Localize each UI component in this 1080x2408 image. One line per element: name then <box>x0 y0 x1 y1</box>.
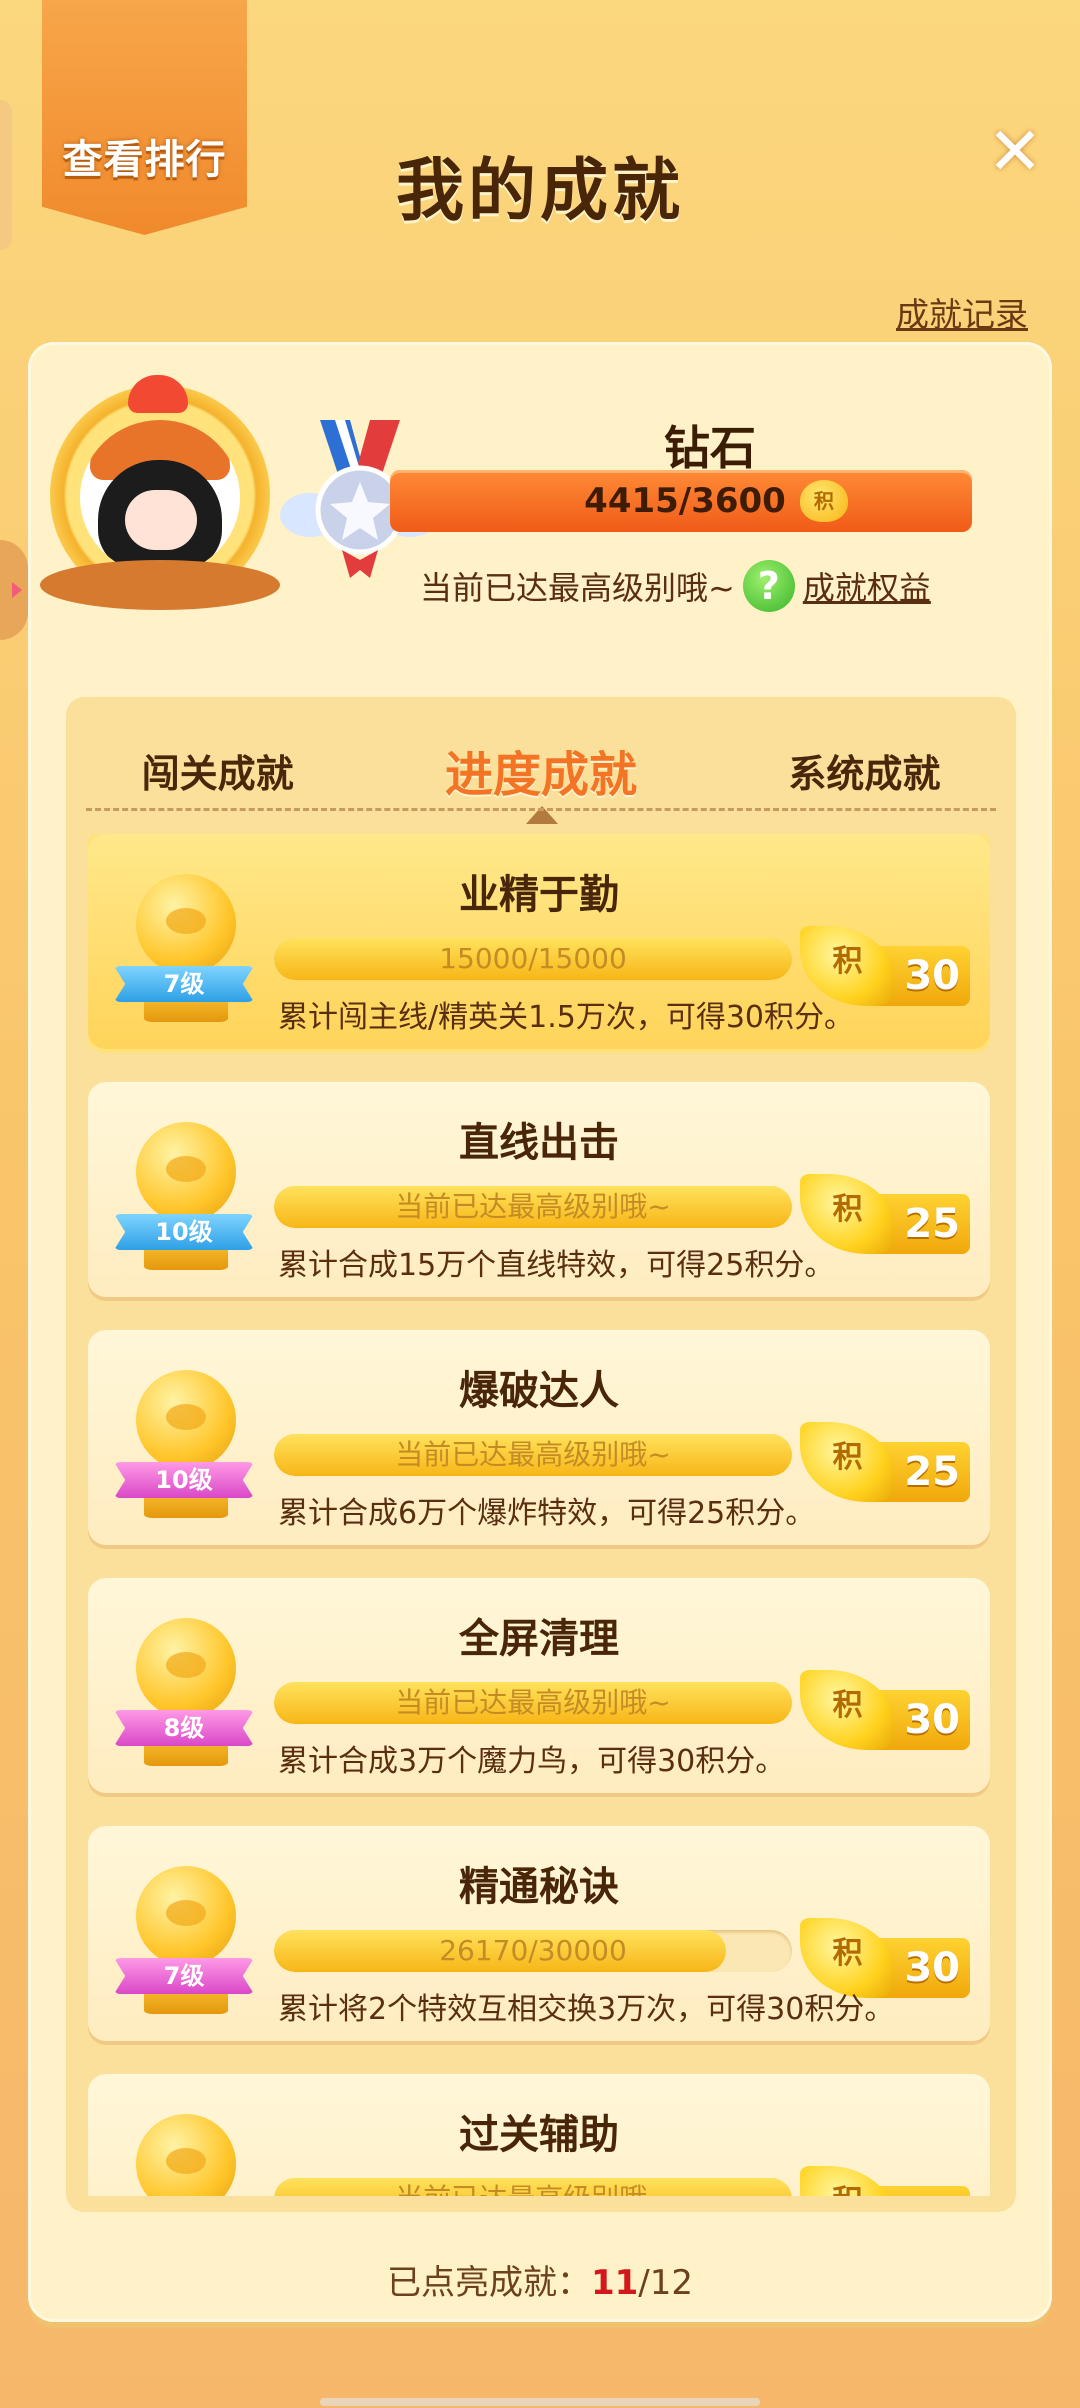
tab-system-achievements[interactable]: 系统成就 <box>788 743 940 798</box>
points-coin-icon: 积 <box>799 480 848 522</box>
achievement-name: 直线出击 <box>459 1120 619 1166</box>
achievement-card[interactable]: 10级 直线出击 当前已达最高级别哦~ 25 积累计合成15万个直线特效，可得25积分。 <box>88 1082 990 1297</box>
lit-total: /12 <box>638 2263 694 2303</box>
achievement-description: 累计合成6万个爆炸特效，可得25积分。 <box>278 1496 816 1531</box>
achievement-record-link[interactable]: 成就记录 <box>896 288 1028 336</box>
max-level-row: 当前已达最高级别哦~ ? 成就权益 <box>420 560 931 612</box>
achievement-description: 累计将2个特效互相交换3万次，可得30积分。 <box>278 1992 895 2027</box>
home-indicator[interactable] <box>320 2398 760 2406</box>
tab-divider <box>86 808 996 811</box>
achievement-progress-bar: 当前已达最高级别哦~ <box>274 2178 792 2196</box>
achievement-name: 业精于勤 <box>459 872 619 918</box>
close-icon[interactable]: ✕ <box>985 119 1045 185</box>
achievement-level-ribbon: 7级 <box>114 1958 254 1994</box>
achievement-list[interactable]: 7级 业精于勤 15000/15000 30 积 累计闯主线/精英关1.5万次，可得30积… <box>88 834 990 2196</box>
achievement-progress-text: 当前已达最高级别哦~ <box>395 1438 671 1471</box>
achievement-reward: 30积 <box>800 1670 980 1750</box>
achievement-card[interactable]: 10级 爆破达人当前已达最高级别哦~ 25 积累计合成6万个爆炸特效，可得25积分。 <box>88 1330 990 1545</box>
level-progress-bar: 4415/3600 积 <box>390 470 972 532</box>
lit-count: 11 <box>590 2263 639 2303</box>
achievement-card[interactable]: 7级 业精于勤 15000/15000 30 积累计闯主线/精英关1.5万次，可得30积… <box>88 834 990 1049</box>
achievement-reward: 25 积 <box>800 1422 980 1502</box>
lit-label: 已点亮成就： <box>386 2263 591 2303</box>
achievement-reward: 30积 <box>800 2166 980 2196</box>
achievement-level-ribbon: 10级 <box>114 1462 254 1498</box>
points-leaf-icon: 积 <box>800 2166 895 2196</box>
achievement-description: 累计合成15万个直线特效，可得25积分。 <box>278 1248 835 1283</box>
achievement-progress-text: 当前已达最高级别哦~ <box>274 2178 792 2196</box>
achievement-progress-bar: 当前已达最高级别哦~ <box>274 1186 792 1228</box>
achievement-name: 过关辅助 <box>459 2112 619 2158</box>
achievement-card[interactable]: 8级 全屏清理当前已达最高级别哦~ 30 积累计合成3万个魔力鸟，可得30积分。 <box>88 1578 990 1793</box>
lit-achievements-counter: 已点亮成就：11/12 <box>0 2255 1080 2304</box>
achievement-progress-bar: 15000/15000 <box>274 938 792 980</box>
achievement-name: 精通秘诀 <box>459 1864 619 1910</box>
active-tab-pointer-icon <box>526 790 558 824</box>
max-level-text: 当前已达最高级别哦~ <box>420 569 735 607</box>
level-name: 钻石 <box>664 421 756 475</box>
achievement-benefits-link[interactable]: 成就权益 <box>803 563 931 609</box>
achievement-progress-text: 26170/30000 <box>439 1934 627 1967</box>
page-title: 我的成就 <box>395 152 684 231</box>
achievement-card[interactable]: 7级 精通秘诀 26170/30000 30 积累计将2个特效互相交换3万次，可得30积… <box>88 1826 990 2041</box>
avatar[interactable] <box>40 375 280 610</box>
achievement-progress-text: 当前已达最高级别哦~ <box>395 1686 671 1719</box>
achievement-progress-bar: 当前已达最高级别哦~ <box>274 1434 792 1476</box>
achievement-progress-bar: 当前已达最高级别哦~ <box>274 1682 792 1724</box>
tab-level-achievements[interactable]: 闯关成就 <box>142 743 294 798</box>
achievement-name: 爆破达人 <box>459 1368 619 1414</box>
achievement-level-ribbon: 10级 <box>114 1214 254 1250</box>
achievement-level-ribbon: 7级 <box>114 966 254 1002</box>
achievement-progress-text: 当前已达最高级别哦~ <box>395 1190 671 1223</box>
achievement-progress-bar: 26170/30000 <box>274 1930 792 1972</box>
achievement-progress-text: 15000/15000 <box>439 942 627 975</box>
side-expand-arrow-icon[interactable] <box>0 540 28 640</box>
achievement-description: 累计闯主线/精英关1.5万次，可得30积分。 <box>278 1000 854 1035</box>
level-progress-text: 4415/3600 <box>584 481 786 521</box>
points-leaf-icon: 积 <box>800 1670 895 1750</box>
achievement-card[interactable]: 过关辅助当前已达最高级别哦~ 30积 <box>88 2074 990 2196</box>
achievement-level-ribbon: 8级 <box>114 1710 254 1746</box>
achievement-name: 全屏清理 <box>459 1616 619 1662</box>
question-icon[interactable]: ? <box>742 560 795 612</box>
achievement-description: 累计合成3万个魔力鸟，可得30积分。 <box>278 1744 786 1779</box>
